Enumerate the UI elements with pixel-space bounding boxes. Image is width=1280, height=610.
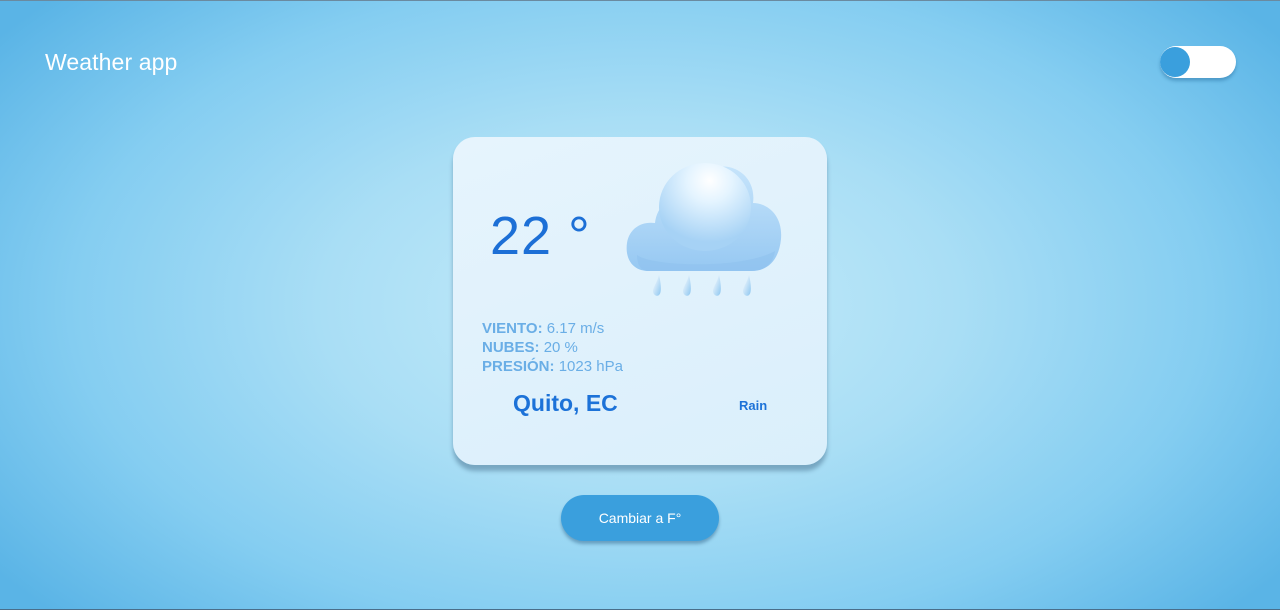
cloud-shape xyxy=(626,163,782,271)
clouds-row: NUBES: 20 % xyxy=(482,338,623,357)
rain-cloud-icon xyxy=(626,163,782,296)
rain-drops-icon xyxy=(653,275,751,296)
wind-value: 6.17 m/s xyxy=(546,320,605,337)
pressure-label: PRESIÓN: xyxy=(482,358,555,375)
city-name: Quito, EC xyxy=(513,390,618,416)
clouds-value: 20 % xyxy=(543,339,578,356)
pressure-row: PRESIÓN: 1023 hPa xyxy=(482,357,623,376)
convert-units-button[interactable]: Cambiar a F° xyxy=(561,495,719,541)
weather-description: Rain xyxy=(739,398,768,413)
app-title: Weather app xyxy=(45,49,178,75)
temperature: 22 ° xyxy=(490,206,591,266)
pressure-value: 1023 hPa xyxy=(558,358,623,375)
clouds-label: NUBES: xyxy=(482,339,540,356)
wind-row: VIENTO: 6.17 m/s xyxy=(482,319,623,338)
weather-card: 22 ° VIENTO: 6.17 m/s NUBES: 20 % PRESIÓ… xyxy=(453,137,827,465)
theme-toggle[interactable] xyxy=(1160,46,1236,78)
wind-label: VIENTO: xyxy=(482,320,543,337)
toggle-knob[interactable] xyxy=(1160,47,1190,77)
weather-details: VIENTO: 6.17 m/s NUBES: 20 % PRESIÓN: 10… xyxy=(482,319,623,376)
